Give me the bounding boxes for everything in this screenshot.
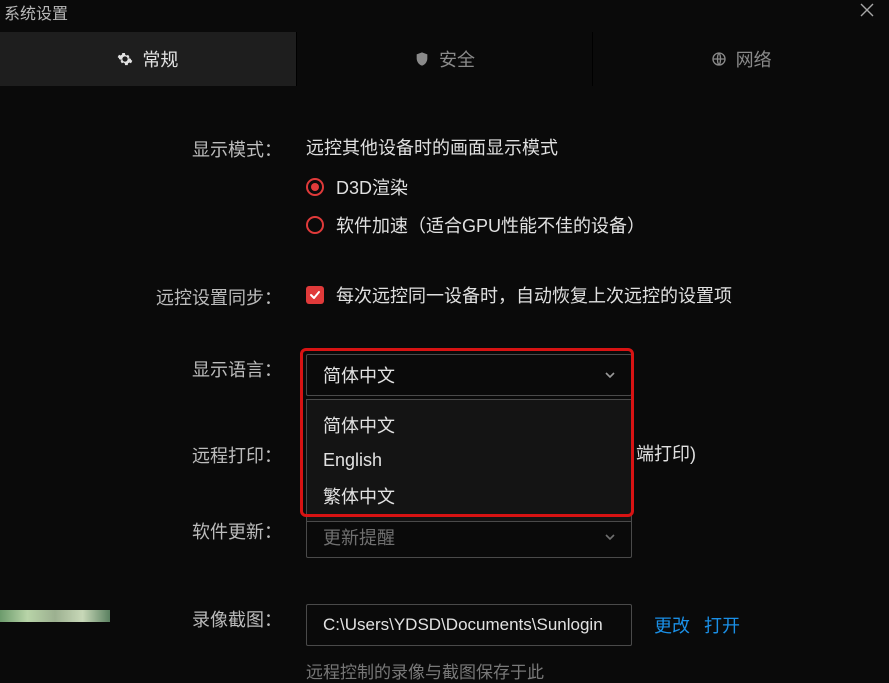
remote-print-label: 远程打印： <box>0 440 282 468</box>
chevron-down-icon <box>603 530 617 544</box>
chevron-down-icon <box>603 368 617 382</box>
tab-network-label: 网络 <box>736 46 772 72</box>
change-link[interactable]: 更改 <box>654 612 690 638</box>
checkbox-sync-label: 每次远控同一设备时，自动恢复上次远控的设置项 <box>336 282 732 308</box>
remote-print-tail: 端打印) <box>636 440 696 466</box>
recording-hint: 远程控制的录像与截图保存于此 <box>306 658 859 683</box>
shield-icon <box>414 51 430 67</box>
language-option[interactable]: 简体中文 <box>307 406 631 444</box>
language-option[interactable]: English <box>307 444 631 477</box>
language-dropdown: 简体中文 English 繁体中文 <box>306 399 632 522</box>
dialog-title: 系统设置 <box>4 0 68 24</box>
sync-label: 远控设置同步： <box>0 282 282 310</box>
radio-icon <box>306 178 324 196</box>
language-select[interactable]: 简体中文 <box>306 354 632 396</box>
display-mode-label: 显示模式： <box>0 134 282 162</box>
language-selected-value: 简体中文 <box>323 362 395 388</box>
language-label: 显示语言： <box>0 354 282 382</box>
software-update-label: 软件更新： <box>0 516 282 544</box>
tab-general-label: 常规 <box>142 46 178 72</box>
software-update-value: 更新提醒 <box>323 524 395 550</box>
tab-security[interactable]: 安全 <box>297 32 594 86</box>
radio-software[interactable]: 软件加速（适合GPU性能不佳的设备） <box>306 212 859 238</box>
recording-path-input[interactable] <box>306 604 632 646</box>
radio-d3d[interactable]: D3D渲染 <box>306 174 859 200</box>
close-icon[interactable] <box>859 0 875 18</box>
gear-icon <box>117 51 133 67</box>
radio-software-label: 软件加速（适合GPU性能不佳的设备） <box>336 212 645 238</box>
open-link[interactable]: 打开 <box>704 612 740 638</box>
software-update-select[interactable]: 更新提醒 <box>306 516 632 558</box>
checkbox-icon <box>306 286 324 304</box>
radio-d3d-label: D3D渲染 <box>336 174 408 200</box>
checkbox-sync[interactable]: 每次远控同一设备时，自动恢复上次远控的设置项 <box>306 282 859 308</box>
language-option[interactable]: 繁体中文 <box>307 477 631 515</box>
display-mode-desc: 远控其他设备时的画面显示模式 <box>306 134 859 160</box>
tab-network[interactable]: 网络 <box>593 32 889 86</box>
globe-icon <box>711 51 727 67</box>
tab-security-label: 安全 <box>439 46 475 72</box>
thumbnail-strip <box>0 610 110 622</box>
tab-general[interactable]: 常规 <box>0 32 297 86</box>
radio-icon <box>306 216 324 234</box>
